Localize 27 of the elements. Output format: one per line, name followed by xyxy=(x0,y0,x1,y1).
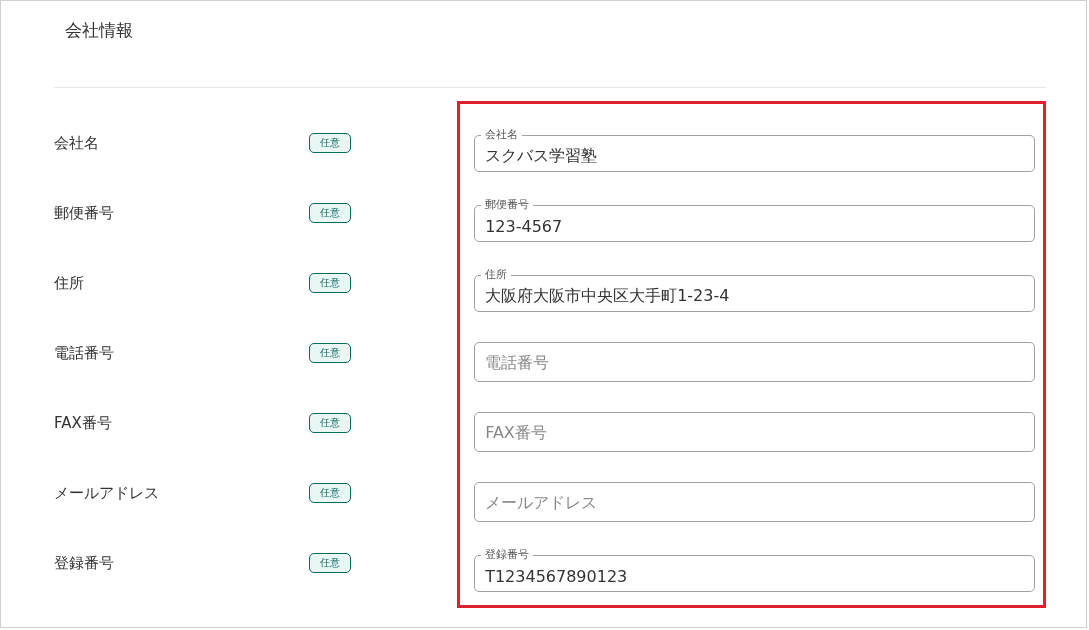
field-label: 郵便番号 xyxy=(484,199,531,211)
text-input[interactable]: 大阪府大阪市中央区大手町1-23-4 xyxy=(485,281,1024,311)
text-input[interactable]: T1234567890123 xyxy=(485,561,1024,591)
text-input[interactable]: スクバス学習塾 xyxy=(485,141,1024,171)
field-name: 電話番号 xyxy=(54,343,115,363)
input-field[interactable]: 住所 大阪府大阪市中央区大手町1-23-4 xyxy=(474,269,1035,312)
optional-badge: 任意 xyxy=(309,273,351,293)
optional-badge: 任意 xyxy=(309,203,351,223)
field-name: 郵便番号 xyxy=(54,203,115,223)
optional-badge: 任意 xyxy=(309,133,351,153)
optional-badge: 任意 xyxy=(309,343,351,363)
input-field[interactable]: 会社名 スクバス学習塾 xyxy=(474,129,1035,172)
field-label: 登録番号 xyxy=(484,549,531,561)
field-name: 住所 xyxy=(54,273,85,293)
section-title: 会社情報 xyxy=(65,18,133,42)
input-field[interactable]: 登録番号 T1234567890123 xyxy=(474,549,1035,592)
field-name: FAX番号 xyxy=(54,413,113,433)
text-input[interactable]: 123-4567 xyxy=(485,211,1024,241)
input-field[interactable]: 郵便番号 123-4567 xyxy=(474,199,1035,242)
field-label: 住所 xyxy=(484,269,509,281)
field-name: 会社名 xyxy=(54,133,100,153)
optional-badge: 任意 xyxy=(309,413,351,433)
field-label: 会社名 xyxy=(484,129,520,141)
optional-badge: 任意 xyxy=(309,483,351,503)
optional-badge: 任意 xyxy=(309,553,351,573)
field-name: 登録番号 xyxy=(54,553,115,573)
field-name: メールアドレス xyxy=(54,483,160,503)
